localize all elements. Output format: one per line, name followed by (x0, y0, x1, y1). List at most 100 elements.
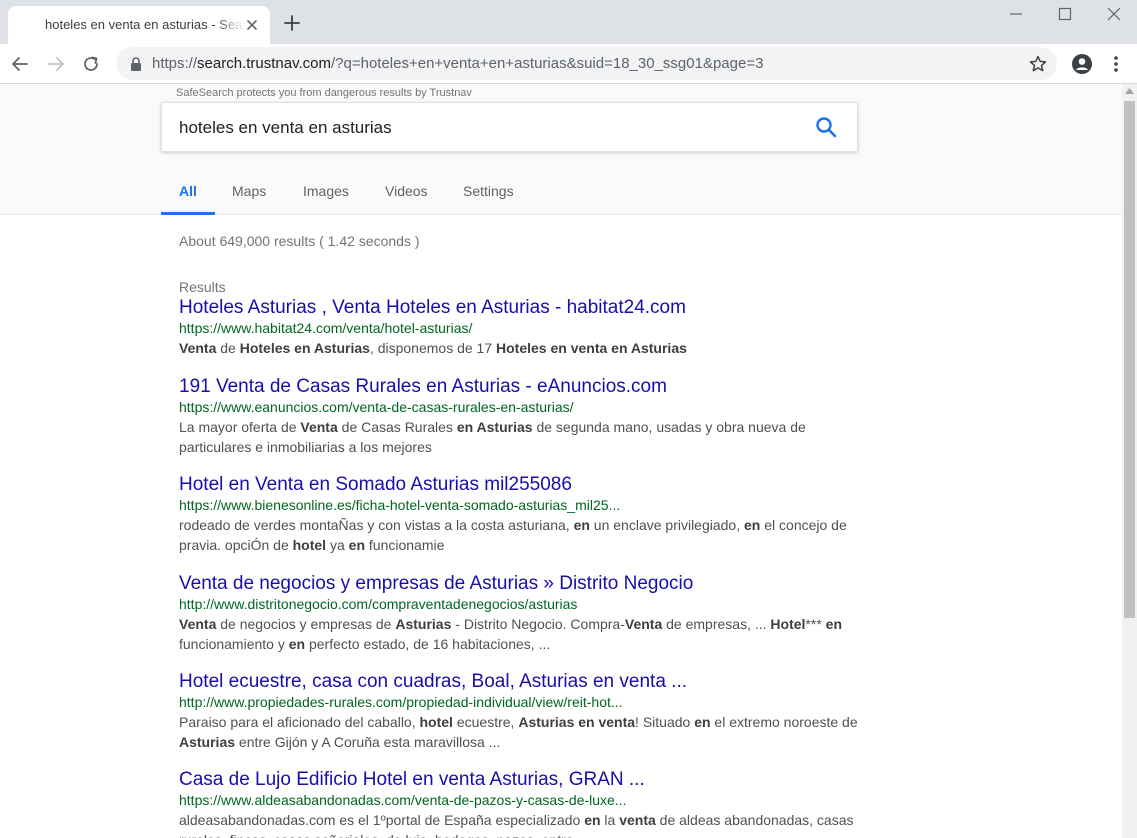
snippet-highlight: hotel (419, 714, 453, 730)
snippet-text: la (600, 812, 620, 828)
result-url: http://www.propiedades-rurales.com/propi… (179, 694, 623, 710)
snippet-text: perfecto estado, de 16 habitaciones, ... (305, 636, 551, 652)
result-url: http://www.distritonegocio.com/compraven… (179, 596, 578, 612)
snippet-highlight: venta (619, 812, 656, 828)
scroll-up-arrow-icon[interactable] (1125, 88, 1134, 94)
result-snippet: Venta de negocios y empresas de Asturias… (179, 614, 859, 654)
snippet-highlight: Asturias en venta (518, 714, 636, 730)
browser-toolbar: https://search.trustnav.com/?q=hoteles+e… (0, 44, 1137, 84)
result-title-link[interactable]: Venta de negocios y empresas de Asturias… (179, 573, 859, 595)
result-url: https://www.eanuncios.com/venta-de-casas… (179, 399, 574, 415)
search-header: SafeSearch protects you from dangerous r… (0, 84, 1122, 215)
snippet-highlight: Asturias (395, 616, 452, 632)
minimize-icon[interactable] (1006, 5, 1026, 23)
back-arrow-icon[interactable] (10, 54, 30, 74)
scrollbar-thumb[interactable] (1124, 101, 1135, 618)
snippet-text: el extremo noroeste de (710, 714, 858, 730)
result-url: https://www.bienesonline.es/ficha-hotel-… (179, 497, 621, 513)
result-title-link[interactable]: 191 Venta de Casas Rurales en Asturias -… (179, 376, 859, 398)
snippet-text: entre Gijón y A Coruña esta maravillosa … (235, 734, 501, 750)
snippet-highlight: en (825, 616, 842, 632)
result-title-link[interactable]: Casa de Lujo Edificio Hotel en venta Ast… (179, 769, 859, 791)
address-bar[interactable]: https://search.trustnav.com/?q=hoteles+e… (116, 47, 1057, 80)
search-icon[interactable] (814, 115, 838, 139)
snippet-text: funcionamie (365, 537, 445, 553)
snippet-highlight: en (584, 812, 601, 828)
result-snippet: Paraiso para el aficionado del caballo, … (179, 712, 859, 752)
snippet-text: *** (805, 616, 826, 632)
snippet-text: de negocios y empresas de (216, 616, 396, 632)
snippet-highlight: Venta (300, 419, 338, 435)
results-heading: Results (179, 279, 226, 295)
snippet-highlight: en (744, 517, 761, 533)
search-result: Hotel ecuestre, casa con cuadras, Boal, … (179, 671, 859, 752)
search-result: Hotel en Venta en Somado Asturias mil255… (179, 474, 859, 555)
tab-title: hoteles en venta en asturias - Search (45, 17, 245, 32)
snippet-text: de Casas Rurales (337, 419, 457, 435)
result-title-link[interactable]: Hotel en Venta en Somado Asturias mil255… (179, 474, 859, 496)
search-result: Hoteles Asturias , Venta Hoteles en Astu… (179, 297, 859, 358)
snippet-text: funcionamiento y (179, 636, 289, 652)
result-title-link[interactable]: Hotel ecuestre, casa con cuadras, Boal, … (179, 671, 859, 693)
tab-videos[interactable]: Videos (385, 183, 428, 199)
snippet-highlight: Venta (179, 340, 217, 356)
snippet-highlight: hotel (292, 537, 327, 553)
tab-settings[interactable]: Settings (463, 183, 514, 199)
snippet-highlight: Venta (624, 616, 663, 632)
browser-tab[interactable]: hoteles en venta en asturias - Search (8, 6, 270, 44)
snippet-text: , disponemos de 17 (369, 340, 497, 356)
result-title-link[interactable]: Hoteles Asturias , Venta Hoteles en Astu… (179, 297, 859, 319)
search-result: Casa de Lujo Edificio Hotel en venta Ast… (179, 769, 859, 838)
reload-icon[interactable] (81, 54, 101, 74)
profile-avatar-icon[interactable] (1071, 53, 1093, 75)
snippet-text: aldeasabandonadas.com es el 1ºportal de … (179, 812, 585, 828)
results-stats: About 649,000 results ( 1.42 seconds ) (179, 233, 420, 249)
search-result: Venta de negocios y empresas de Asturias… (179, 573, 859, 654)
lock-icon[interactable] (130, 57, 142, 71)
result-snippet: aldeasabandonadas.com es el 1ºportal de … (179, 810, 859, 838)
search-box[interactable] (161, 102, 858, 152)
url-text[interactable]: https://search.trustnav.com/?q=hoteles+e… (152, 55, 763, 72)
page-scrollbar[interactable] (1122, 84, 1137, 838)
snippet-highlight: Hoteles en venta en Asturias (496, 340, 687, 356)
tab-images[interactable]: Images (303, 183, 349, 199)
safesearch-note: SafeSearch protects you from dangerous r… (176, 87, 472, 99)
maximize-icon[interactable] (1055, 5, 1075, 23)
snippet-text: ya (326, 537, 349, 553)
snippet-highlight: en (694, 714, 711, 730)
snippet-highlight: Hotel (770, 616, 806, 632)
snippet-text: un enclave privilegiado, (589, 517, 745, 533)
tab-maps[interactable]: Maps (232, 183, 266, 199)
search-input[interactable] (179, 116, 779, 140)
snippet-text: ! Situado (635, 714, 695, 730)
close-window-icon[interactable] (1104, 5, 1124, 23)
page-content: SafeSearch protects you from dangerous r… (0, 84, 1122, 838)
result-snippet: rodeado de verdes montaÑas y con vistas … (179, 515, 859, 555)
snippet-text: rodeado de verdes montaÑas y con vistas … (179, 517, 574, 533)
menu-dots-icon[interactable] (1108, 54, 1124, 74)
active-tab-indicator (161, 212, 215, 215)
snippet-highlight: en (348, 537, 365, 553)
result-url: https://www.habitat24.com/venta/hotel-as… (179, 320, 473, 336)
new-tab-icon[interactable] (283, 14, 301, 32)
tab-all[interactable]: All (179, 183, 197, 199)
snippet-text: Paraiso para el aficionado del caballo, (179, 714, 420, 730)
snippet-highlight: en (573, 517, 590, 533)
bookmark-star-icon[interactable] (1028, 54, 1048, 74)
result-url: https://www.aldeasabandonadas.com/venta-… (179, 792, 627, 808)
snippet-text: de (216, 340, 240, 356)
snippet-highlight: Asturias (179, 734, 236, 750)
snippet-highlight: Hoteles en Asturias (239, 340, 370, 356)
snippet-highlight: Venta (179, 616, 217, 632)
result-snippet: Venta de Hoteles en Asturias, disponemos… (179, 338, 859, 358)
snippet-highlight: en (288, 636, 306, 652)
close-tab-icon[interactable] (244, 17, 260, 33)
snippet-text: - Distrito Negocio. Compra- (451, 616, 625, 632)
result-snippet: La mayor oferta de Venta de Casas Rurale… (179, 417, 859, 457)
snippet-text: La mayor oferta de (179, 419, 301, 435)
snippet-highlight: en Asturias (456, 419, 533, 435)
snippet-text: de empresas, ... (662, 616, 771, 632)
forward-arrow-icon[interactable] (46, 54, 66, 74)
snippet-text: ecuestre, (452, 714, 519, 730)
tab-strip: hoteles en venta en asturias - Search (0, 0, 1137, 44)
